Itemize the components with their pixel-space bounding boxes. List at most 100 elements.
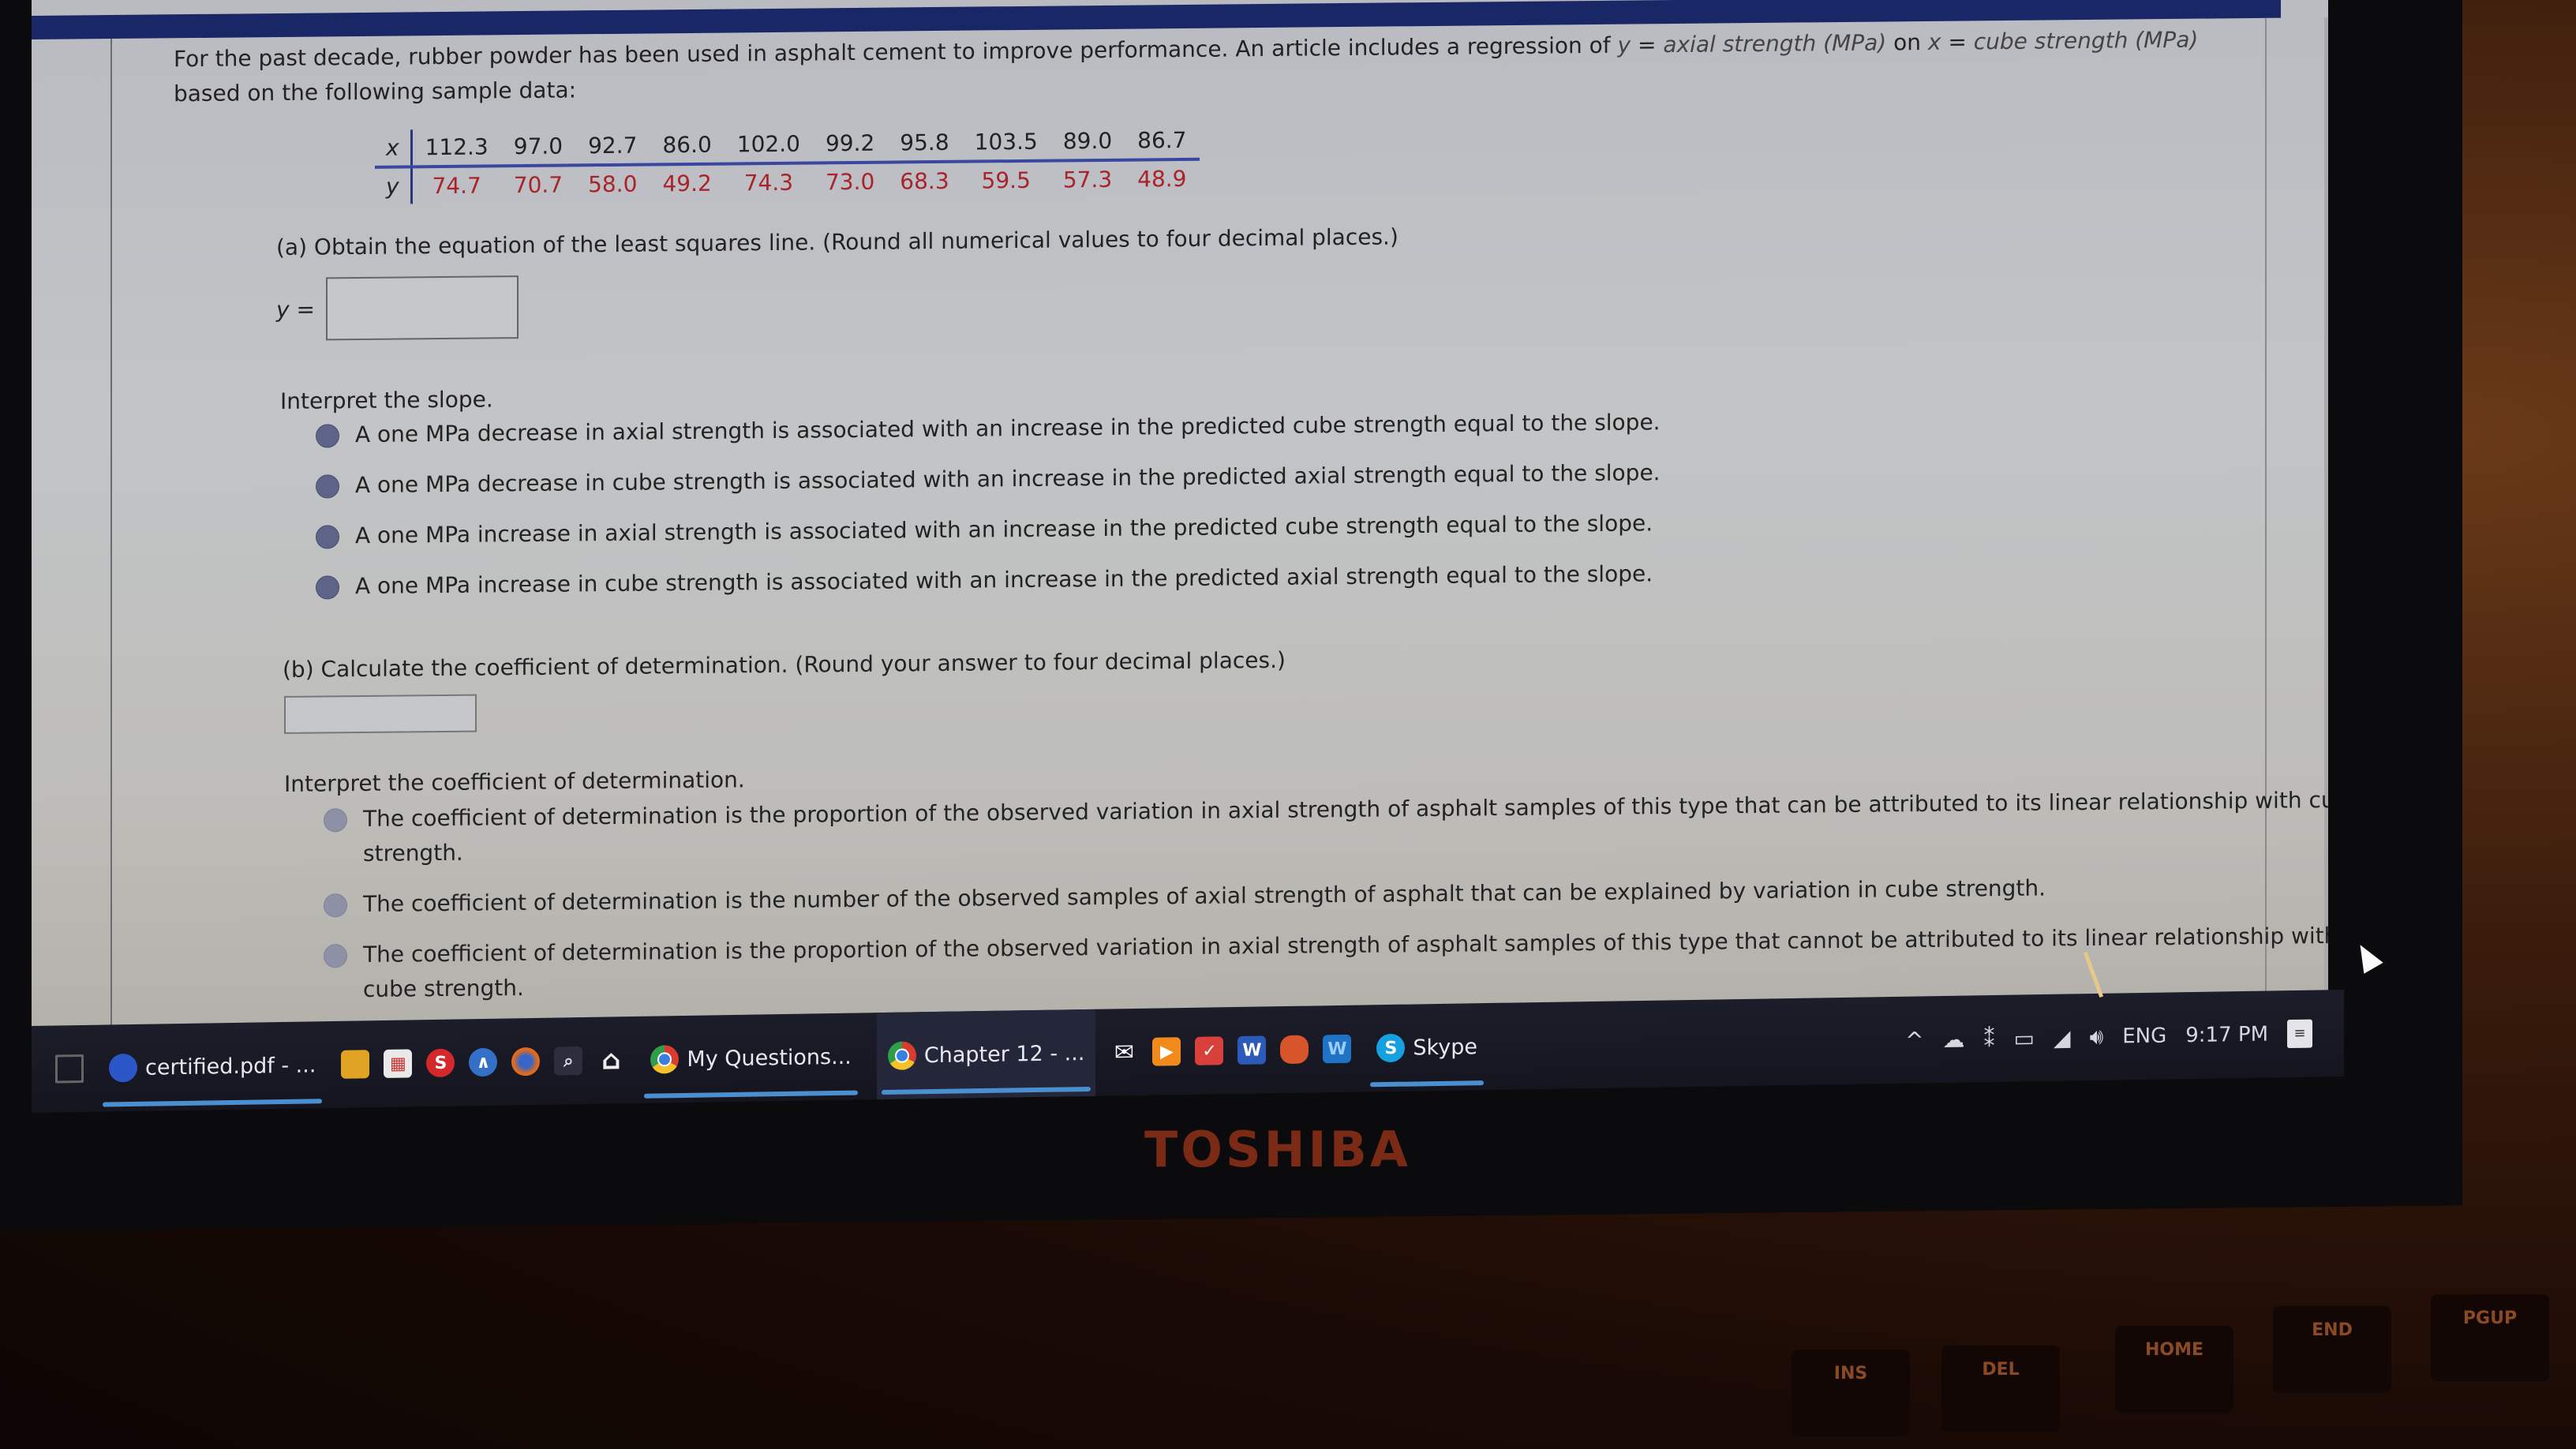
file-explorer-icon[interactable] — [341, 1050, 370, 1079]
x-value: 99.2 — [812, 125, 888, 163]
option-label: The coefficient of determination is the … — [363, 922, 2328, 1002]
x-value: 103.5 — [961, 123, 1050, 162]
key-del[interactable]: DEL — [1941, 1346, 2060, 1432]
adobe-reader-icon — [109, 1053, 137, 1083]
paint-icon[interactable] — [1280, 1035, 1309, 1065]
part-a-prompt: (a) Obtain the equation of the least squ… — [276, 223, 1398, 261]
x-value: 86.0 — [650, 126, 724, 165]
coefficient-option[interactable]: The coefficient of determination is the … — [324, 867, 2328, 922]
skype-icon: S — [1376, 1033, 1406, 1063]
equation-label: y = — [276, 296, 315, 323]
radio-button[interactable] — [324, 808, 347, 833]
radio-button[interactable] — [316, 474, 339, 499]
system-tray: ^ ☁ ⁑ ▭ ◢ 🔊︎ ENG 9:17 PM ≡ — [1905, 1019, 2344, 1054]
clock[interactable]: 9:17 PM — [2185, 1022, 2268, 1047]
s-app-icon[interactable]: S — [426, 1048, 455, 1078]
taskbar-button-label: Skype — [1413, 1034, 1477, 1061]
x-var: x — [1927, 28, 1941, 55]
x-definition: cube strength (MPa) — [1973, 26, 2199, 55]
option-label: The coefficient of determination is the … — [363, 786, 2328, 867]
key-ins[interactable]: INS — [1792, 1350, 1910, 1436]
task-view-icon[interactable] — [55, 1054, 84, 1084]
y-value: 49.2 — [662, 170, 712, 197]
radio-button[interactable] — [324, 893, 347, 918]
on-text: on — [1886, 28, 1928, 56]
network-people-icon[interactable]: ⁑ — [1984, 1025, 1995, 1051]
equation-row: y = — [276, 275, 519, 341]
y-value: 59.5 — [981, 167, 1031, 194]
wifi-icon[interactable]: ◢ — [2054, 1024, 2071, 1050]
x-label: x — [375, 129, 412, 167]
y-definition: axial strength (MPa) — [1663, 29, 1887, 58]
radio-button[interactable] — [316, 525, 339, 549]
chevron-up-icon[interactable]: ^ — [1905, 1027, 1923, 1053]
taskbar-button-skype[interactable]: S Skype — [1365, 1003, 1488, 1091]
coefficient-heading: Interpret the coefficient of determinati… — [284, 766, 745, 797]
sample-data-table: x 112.3 97.0 92.7 86.0 102.0 99.2 95.8 1… — [375, 122, 1200, 204]
x-value: 95.8 — [887, 124, 962, 163]
blue-w-app-icon[interactable]: W — [1323, 1034, 1352, 1064]
x-value: 102.0 — [724, 125, 813, 164]
coefficient-of-determination-input[interactable] — [284, 694, 477, 734]
y-row: y 74.7 70.7 58.0 49.2 74.3 73.0 68.3 59.… — [375, 159, 1200, 204]
x-value: 112.3 — [411, 129, 501, 167]
taskbar-button-certified-pdf[interactable]: certified.pdf - ... — [98, 1021, 327, 1112]
taskbar-button-label: My Questions... — [687, 1044, 852, 1072]
part-b-prompt: (b) Calculate the coefficient of determi… — [283, 646, 1286, 683]
key-end[interactable]: END — [2273, 1306, 2391, 1393]
x-value: 86.7 — [1125, 122, 1200, 160]
option-label: A one MPa decrease in axial strength is … — [355, 409, 1661, 448]
intro-text-end: based on the following sample data: — [174, 77, 577, 107]
equals: = — [1941, 28, 1974, 55]
slope-heading: Interpret the slope. — [280, 386, 493, 414]
language-indicator[interactable]: ENG — [2122, 1024, 2166, 1049]
search-app-icon[interactable]: ⌕ — [554, 1046, 583, 1076]
taskbar-button-label: certified.pdf - ... — [145, 1052, 316, 1080]
y-label: y — [375, 167, 412, 204]
option-label: The coefficient of determination is the … — [363, 874, 2046, 917]
a-app-icon[interactable]: ∧ — [469, 1047, 498, 1077]
battery-icon[interactable]: ▭ — [2014, 1025, 2035, 1051]
problem-intro: For the past decade, rubber powder has b… — [174, 22, 2257, 111]
y-value: 57.3 — [1062, 166, 1113, 193]
red-app-icon[interactable]: ✓ — [1195, 1036, 1224, 1065]
x-value: 92.7 — [575, 127, 650, 166]
y-value: 58.0 — [588, 170, 638, 198]
radio-button[interactable] — [316, 575, 339, 600]
radio-button[interactable] — [324, 944, 347, 968]
mail-icon[interactable]: ✉ — [1110, 1038, 1138, 1067]
notification-icon[interactable]: ≡ — [2287, 1019, 2312, 1049]
y-value: 73.0 — [825, 168, 875, 196]
slope-options: A one MPa decrease in axial strength is … — [316, 405, 1661, 620]
x-value: 97.0 — [500, 128, 576, 167]
cloud-icon[interactable]: ☁ — [1943, 1026, 1965, 1052]
radio-button[interactable] — [316, 424, 339, 448]
word-icon[interactable]: W — [1237, 1035, 1267, 1065]
y-value: 74.7 — [432, 172, 481, 200]
y-value: 68.3 — [900, 167, 949, 195]
keyboard: INS DEL HOME END PGUP — [0, 1263, 2576, 1449]
question-content: For the past decade, rubber powder has b… — [174, 22, 2328, 1054]
x-value: 89.0 — [1050, 122, 1125, 161]
taskbar-button-label: Chapter 12 - ... — [923, 1040, 1085, 1068]
home-icon[interactable]: ⌂ — [597, 1044, 625, 1076]
store-icon[interactable]: ▦ — [384, 1049, 413, 1078]
media-player-icon[interactable]: ▶ — [1152, 1037, 1181, 1066]
intro-text: For the past decade, rubber powder has b… — [174, 32, 1618, 73]
taskbar-button-chapter-12[interactable]: Chapter 12 - ... — [876, 1009, 1096, 1100]
taskbar-button-my-questions[interactable]: My Questions... — [639, 1013, 862, 1103]
key-pgup[interactable]: PGUP — [2431, 1294, 2549, 1381]
coefficient-option[interactable]: The coefficient of determination is the … — [324, 782, 2328, 871]
equals: = — [1631, 32, 1664, 58]
chrome-icon — [887, 1041, 916, 1070]
key-home[interactable]: HOME — [2115, 1326, 2233, 1413]
y-value: 74.3 — [743, 169, 794, 197]
chrome-icon — [650, 1045, 680, 1074]
laptop-screen: For the past decade, rubber powder has b… — [32, 0, 2328, 1058]
y-value: 48.9 — [1137, 165, 1187, 193]
volume-icon[interactable]: 🔊︎ — [2090, 1024, 2104, 1050]
laptop-brand-logo: TOSHIBA — [1144, 1121, 1411, 1178]
least-squares-equation-input[interactable] — [325, 275, 519, 341]
y-value: 70.7 — [513, 171, 564, 199]
firefox-icon[interactable] — [511, 1046, 541, 1076]
